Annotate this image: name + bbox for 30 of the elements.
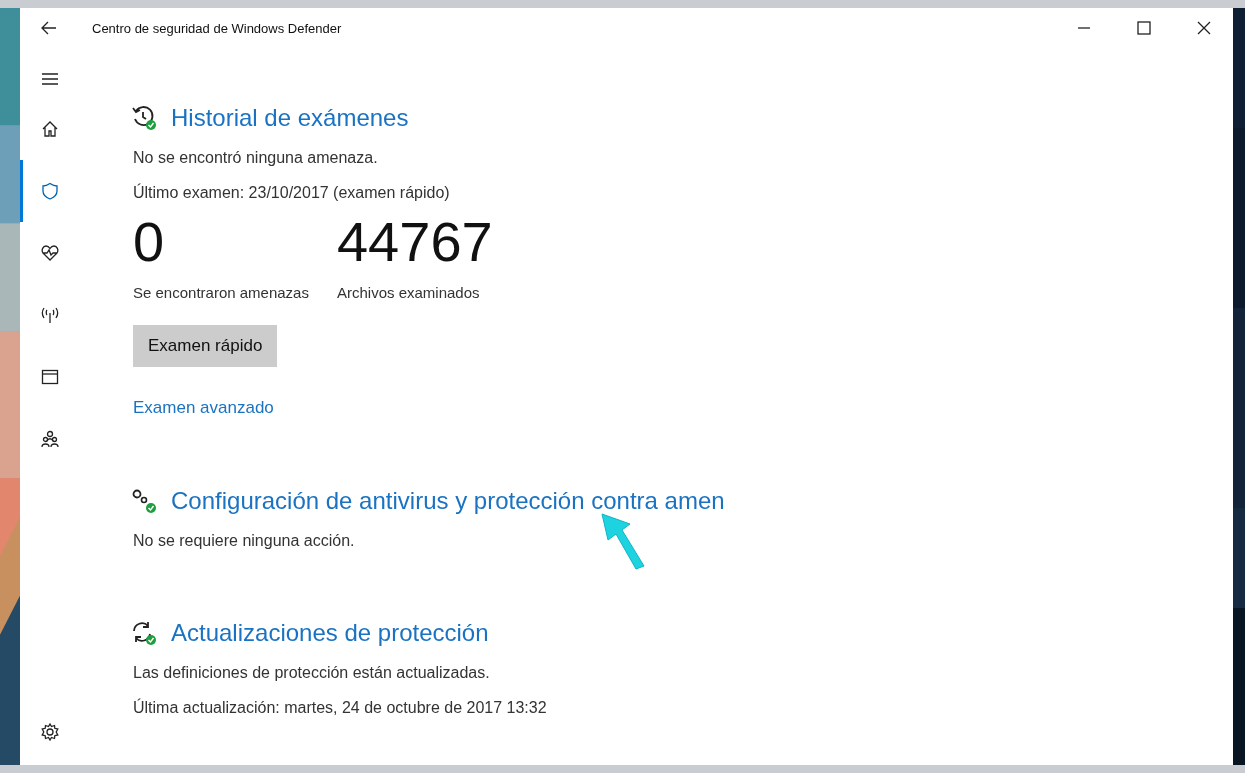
stat-label: Se encontraron amenazas (133, 284, 309, 301)
heart-icon[interactable] (40, 244, 59, 262)
history-icon (131, 105, 157, 131)
section-link[interactable]: Actualizaciones de protección (171, 619, 489, 647)
back-icon[interactable] (41, 20, 57, 36)
antenna-icon[interactable] (40, 306, 59, 324)
close-icon[interactable] (1197, 21, 1211, 35)
settings-icon[interactable] (40, 723, 59, 741)
stat-label: Archivos examinados (336, 284, 481, 301)
browser-window-icon[interactable] (40, 368, 59, 386)
window-title: Centro de seguridad de Windows Defender (92, 20, 342, 36)
shield-icon[interactable] (40, 182, 59, 200)
gears-icon (131, 488, 157, 514)
section-link[interactable]: Configuración de antivirus y protección contra amen (171, 487, 725, 515)
home-icon[interactable] (40, 120, 59, 138)
section-link[interactable]: Historial de exámenes (171, 104, 409, 132)
status-text: Último examen: 23/10/2017 (examen rápido) (133, 184, 450, 202)
status-text: No se encontró ninguna amenaza. (133, 149, 378, 167)
stat-value: 0 (133, 212, 166, 272)
status-text: No se requiere ninguna acción. (133, 532, 355, 550)
menu-icon[interactable] (40, 70, 59, 88)
sync-icon (131, 620, 157, 646)
cursor-arrow-icon (600, 512, 646, 570)
quick-scan-button[interactable]: Examen rápido (133, 325, 278, 367)
status-text: Las definiciones de protección están actualizadas. (133, 664, 490, 682)
advanced-scan-link[interactable]: Examen avanzado (133, 398, 274, 418)
family-icon[interactable] (40, 430, 59, 448)
status-text: Última actualización: martes, 24 de octubre de 2017 13:32 (133, 699, 547, 717)
maximize-icon[interactable] (1137, 21, 1151, 35)
stat-value: 44767 (336, 212, 493, 272)
